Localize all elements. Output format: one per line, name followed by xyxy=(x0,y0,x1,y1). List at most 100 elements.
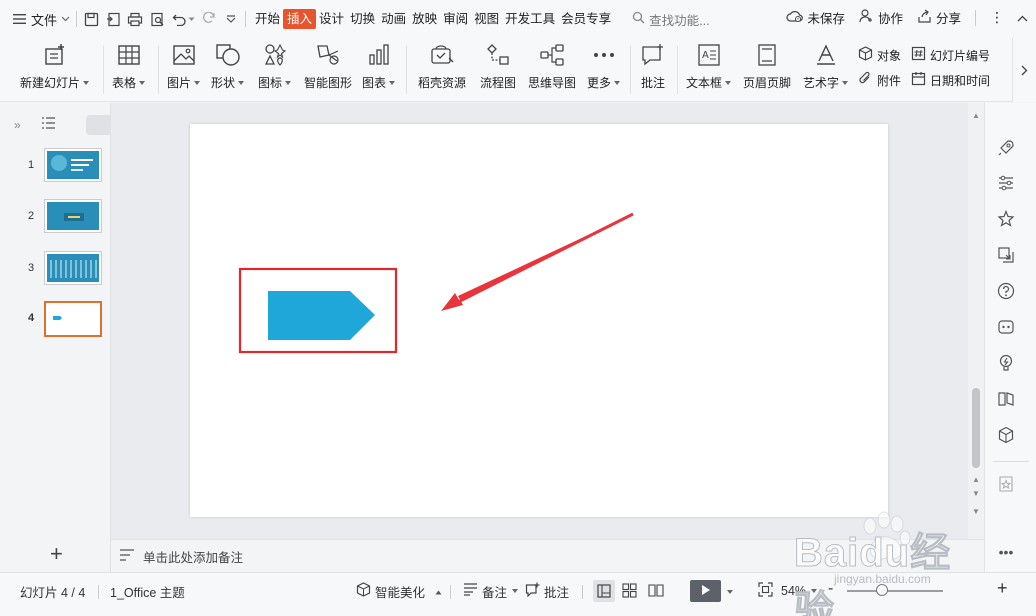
shape-button[interactable]: 形状 xyxy=(211,42,245,91)
comment-toggle-button[interactable]: 批注 xyxy=(525,582,569,600)
zoom-in-button[interactable]: + xyxy=(997,578,1008,598)
slide-sorter-view-icon[interactable] xyxy=(622,583,637,601)
slide-thumbnail[interactable] xyxy=(44,148,102,182)
collab-user-icon xyxy=(859,9,874,26)
mindmap-button[interactable]: 思维导图 xyxy=(528,42,576,91)
slide-canvas[interactable] xyxy=(190,124,888,517)
scroll-down-page-icon[interactable]: ▼ xyxy=(972,489,980,498)
lightbulb-icon[interactable] xyxy=(997,354,1015,372)
file-menu[interactable]: 文件 xyxy=(12,8,70,30)
scrollbar-thumb[interactable] xyxy=(972,388,980,468)
play-button[interactable] xyxy=(690,580,721,602)
scroll-up-page-icon[interactable]: ▲ xyxy=(972,475,980,484)
slide-thumbnail[interactable] xyxy=(44,199,102,233)
ribbon-scroll-right-icon[interactable] xyxy=(1012,38,1036,102)
zoom-slider-track[interactable] xyxy=(847,590,943,592)
smart-beautify-button[interactable]: 智能美化 xyxy=(356,582,442,600)
docer-resources-button[interactable]: 稻壳资源 xyxy=(418,42,466,91)
slide-thumbnail[interactable] xyxy=(44,251,102,285)
animation-star-icon[interactable] xyxy=(997,210,1015,228)
zoom-out-button[interactable]: - xyxy=(828,580,833,597)
chart-button[interactable]: 图表 xyxy=(362,42,396,91)
picture-label: 图片 xyxy=(167,76,192,90)
tab-slideshow[interactable]: 放映 xyxy=(409,9,440,29)
chevron-down-icon[interactable] xyxy=(811,589,818,593)
shape-icon xyxy=(215,42,241,68)
tab-view[interactable]: 视图 xyxy=(471,9,502,29)
slide-thumb-1[interactable]: 1 xyxy=(0,148,110,188)
new-slide-button[interactable]: 新建幻灯片 xyxy=(20,42,90,91)
header-footer-button[interactable]: 页眉页脚 xyxy=(743,42,791,91)
scroll-down-icon[interactable]: ▼ xyxy=(972,507,980,516)
beautify-cube-icon xyxy=(356,582,371,600)
fit-to-window-icon[interactable] xyxy=(758,582,773,600)
more-button[interactable]: 更多 xyxy=(587,42,621,91)
customize-toolbar-icon[interactable] xyxy=(223,11,239,27)
print-icon[interactable] xyxy=(127,11,143,27)
smartart-button[interactable]: 智能图形 xyxy=(304,42,352,91)
favorite-star-icon[interactable] xyxy=(997,475,1015,493)
wordart-label: 艺术字 xyxy=(803,76,840,90)
slide-thumb-4[interactable]: 4 xyxy=(0,301,110,341)
help-icon[interactable] xyxy=(997,282,1015,300)
tab-animations[interactable]: 动画 xyxy=(378,9,409,29)
wordart-button[interactable]: 艺术字 xyxy=(803,42,849,91)
icon-button[interactable]: 图标 xyxy=(258,42,292,91)
normal-view-icon[interactable] xyxy=(593,580,615,602)
tab-home[interactable]: 开始 xyxy=(252,9,283,29)
zoom-control[interactable]: 54% xyxy=(758,582,818,600)
table-button[interactable]: 表格 xyxy=(112,42,146,91)
redo-icon[interactable] xyxy=(201,11,217,27)
export-pdf-icon[interactable] xyxy=(105,11,121,27)
tab-transitions[interactable]: 切换 xyxy=(347,9,378,29)
save-icon[interactable] xyxy=(83,11,99,27)
slide-thumbnail-selected[interactable] xyxy=(44,301,102,337)
notes-bar[interactable]: 单击此处添加备注 xyxy=(111,539,984,572)
notes-toggle-button[interactable]: 备注 xyxy=(463,583,519,600)
tab-insert[interactable]: 插入 xyxy=(283,9,317,29)
search-box[interactable]: 查找功能... xyxy=(632,10,710,29)
ai-assistant-icon[interactable] xyxy=(997,318,1015,336)
adjust-sliders-icon[interactable] xyxy=(997,174,1015,192)
more-panels-icon[interactable]: ••• xyxy=(997,543,1015,561)
play-options-icon[interactable] xyxy=(727,590,733,594)
transition-icon[interactable] xyxy=(997,246,1015,264)
tab-member[interactable]: 会员专享 xyxy=(558,9,614,29)
add-slide-icon[interactable]: + xyxy=(50,543,63,565)
tab-developer[interactable]: 开发工具 xyxy=(502,9,558,29)
theme-name[interactable]: 1_Office 主题 xyxy=(110,583,185,600)
vertical-scrollbar[interactable]: ▲ ▲ ▼ ▼ xyxy=(968,103,984,539)
more-options-icon[interactable]: ⋮ xyxy=(990,9,1004,26)
collab-button[interactable]: 协作 xyxy=(859,8,903,27)
object-button[interactable]: 对象 xyxy=(858,46,901,64)
flowchart-button[interactable]: 流程图 xyxy=(480,42,516,91)
cube-icon[interactable] xyxy=(997,426,1015,444)
collapse-ribbon-icon[interactable] xyxy=(1017,11,1028,25)
reading-view-icon[interactable] xyxy=(648,583,664,601)
comment-button[interactable]: 批注 xyxy=(640,42,666,91)
tab-review[interactable]: 审阅 xyxy=(440,9,471,29)
book-icon[interactable] xyxy=(997,390,1015,408)
chart-icon xyxy=(366,42,392,68)
smart-beautify-label: 智能美化 xyxy=(375,585,426,600)
undo-icon[interactable] xyxy=(171,11,187,27)
print-preview-icon[interactable] xyxy=(149,11,165,27)
scroll-up-icon[interactable]: ▲ xyxy=(972,111,980,120)
expand-panel-icon[interactable]: » xyxy=(14,118,21,132)
save-status[interactable]: 未保存 xyxy=(786,8,845,27)
outline-view-icon[interactable] xyxy=(41,117,56,132)
datetime-button[interactable]: 日期和时间 xyxy=(911,71,990,89)
slide-thumb-2[interactable]: 2 xyxy=(0,199,110,239)
zoom-percent[interactable]: 54% xyxy=(781,584,806,598)
zoom-slider-knob[interactable] xyxy=(876,584,888,596)
slide-number-button[interactable]: 幻灯片编号 xyxy=(911,46,990,64)
picture-button[interactable]: 图片 xyxy=(167,42,201,91)
rocket-icon[interactable] xyxy=(997,139,1015,157)
attachment-button[interactable]: 附件 xyxy=(858,71,901,89)
undo-dropdown-icon[interactable] xyxy=(187,11,195,27)
thumbnail-view-tab[interactable] xyxy=(86,115,111,135)
textbox-button[interactable]: A 文本框 xyxy=(686,42,732,91)
tab-design[interactable]: 设计 xyxy=(316,9,347,29)
share-button[interactable]: 分享 xyxy=(917,8,961,27)
slide-thumb-3[interactable]: 3 xyxy=(0,251,110,291)
